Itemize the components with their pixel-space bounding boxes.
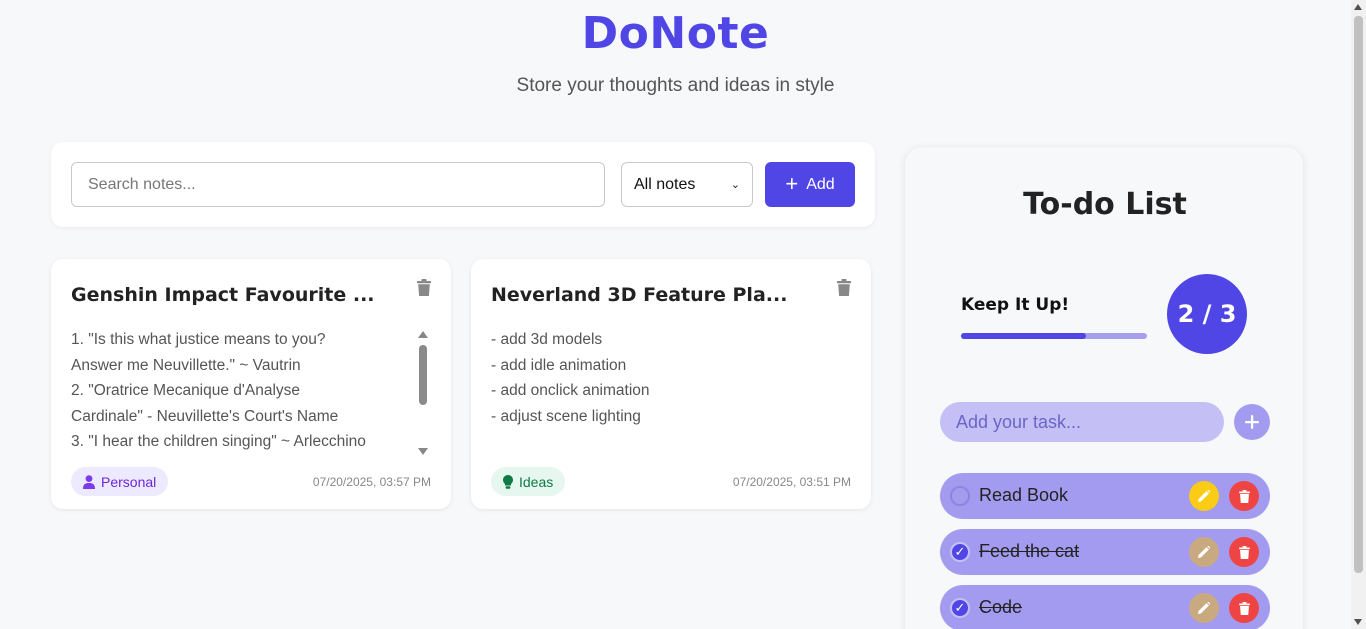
task-item: Read Book [940, 473, 1270, 519]
note-line: - adjust scene lighting [491, 407, 641, 425]
note-line: 1. "Is this what justice means to you? [71, 331, 326, 348]
search-input[interactable] [71, 162, 605, 207]
pencil-icon [1198, 602, 1210, 614]
todo-panel: To-do List Keep It Up! 2 / 3 Read Book [904, 146, 1304, 629]
trash-icon [1238, 489, 1250, 503]
scroll-thumb[interactable] [419, 345, 427, 405]
notes-toolbar: All notes ⌄ + Add [51, 142, 875, 227]
note-line: 3. "I hear the children singing" ~ Arlec… [71, 433, 366, 450]
note-title: Genshin Impact Favourite ... [71, 284, 375, 306]
scroll-down-arrow-icon[interactable] [1354, 619, 1362, 625]
note-content: 1. "Is this what justice means to you? A… [71, 327, 416, 451]
chevron-down-icon: ⌄ [730, 179, 740, 191]
scroll-up-arrow-icon[interactable] [1354, 4, 1362, 10]
trash-icon [1238, 545, 1250, 559]
filter-selected-value: All notes [634, 175, 696, 193]
note-category-badge: Ideas [491, 467, 566, 496]
delete-task-button[interactable] [1229, 537, 1259, 567]
note-date: 07/20/2025, 03:51 PM [732, 475, 851, 489]
note-line: - add idle animation [491, 356, 627, 374]
task-checkbox[interactable] [950, 486, 970, 506]
scroll-down-arrow-icon[interactable] [418, 448, 428, 455]
pencil-icon [1198, 490, 1210, 502]
pencil-icon [1198, 546, 1210, 558]
task-label: Code [979, 597, 1023, 617]
add-task-button[interactable] [1234, 404, 1270, 440]
person-icon [83, 474, 95, 489]
trash-icon [1238, 601, 1250, 615]
note-category-label: Personal [101, 473, 157, 490]
note-content: - add 3d models - add idle animation - a… [491, 327, 836, 451]
app-subtitle: Store your thoughts and ideas in style [516, 75, 835, 96]
edit-task-button[interactable] [1189, 481, 1219, 511]
task-input[interactable] [940, 402, 1224, 442]
note-line: - add 3d models [491, 331, 603, 348]
edit-task-button[interactable] [1189, 537, 1219, 567]
todo-title: To-do List [1023, 187, 1187, 222]
plus-icon: + [785, 170, 799, 196]
task-item: ✓ Feed the cat [940, 529, 1270, 575]
progress-bar [961, 333, 1147, 339]
scroll-thumb[interactable] [1354, 16, 1363, 573]
category-filter-select[interactable]: All notes ⌄ [621, 162, 753, 207]
note-date: 07/20/2025, 03:57 PM [312, 475, 431, 489]
scroll-up-arrow-icon[interactable] [418, 331, 428, 338]
task-item: ✓ Code [940, 585, 1270, 629]
task-label: Feed the cat [979, 541, 1080, 561]
trash-icon[interactable] [417, 279, 431, 296]
progress-bar-fill [961, 333, 1086, 339]
plus-icon [1245, 415, 1259, 429]
note-title: Neverland 3D Feature Pla... [491, 284, 788, 306]
todo-progress-card: Keep It Up! 2 / 3 [940, 265, 1270, 365]
progress-count: 2 / 3 [1167, 274, 1247, 354]
note-line: - add onclick animation [491, 382, 650, 399]
task-label: Read Book [979, 485, 1069, 505]
note-scrollbar[interactable] [418, 331, 428, 455]
add-note-button[interactable]: + Add [765, 162, 855, 207]
note-line: Answer me Neuvillette." ~ Vautrin [71, 356, 301, 374]
note-category-badge: Personal [71, 467, 169, 496]
trash-icon[interactable] [837, 279, 851, 296]
delete-task-button[interactable] [1229, 593, 1259, 623]
lightbulb-icon [503, 474, 513, 489]
note-card[interactable]: Neverland 3D Feature Pla... - add 3d mod… [471, 259, 871, 509]
delete-task-button[interactable] [1229, 481, 1259, 511]
note-line: Cardinale" - Neuvillette's Court's Name [71, 407, 339, 425]
app-title: DoNote [581, 8, 770, 59]
edit-task-button[interactable] [1189, 593, 1219, 623]
task-checkbox-checked[interactable]: ✓ [950, 542, 970, 562]
note-category-label: Ideas [519, 473, 554, 490]
add-note-label: Add [806, 175, 835, 193]
progress-message: Keep It Up! [961, 295, 1070, 315]
note-line: 2. "Oratrice Mecanique d'Analyse [71, 382, 301, 399]
task-checkbox-checked[interactable]: ✓ [950, 598, 970, 618]
note-card[interactable]: Genshin Impact Favourite ... 1. "Is this… [51, 259, 451, 509]
page-scrollbar[interactable] [1351, 0, 1366, 629]
